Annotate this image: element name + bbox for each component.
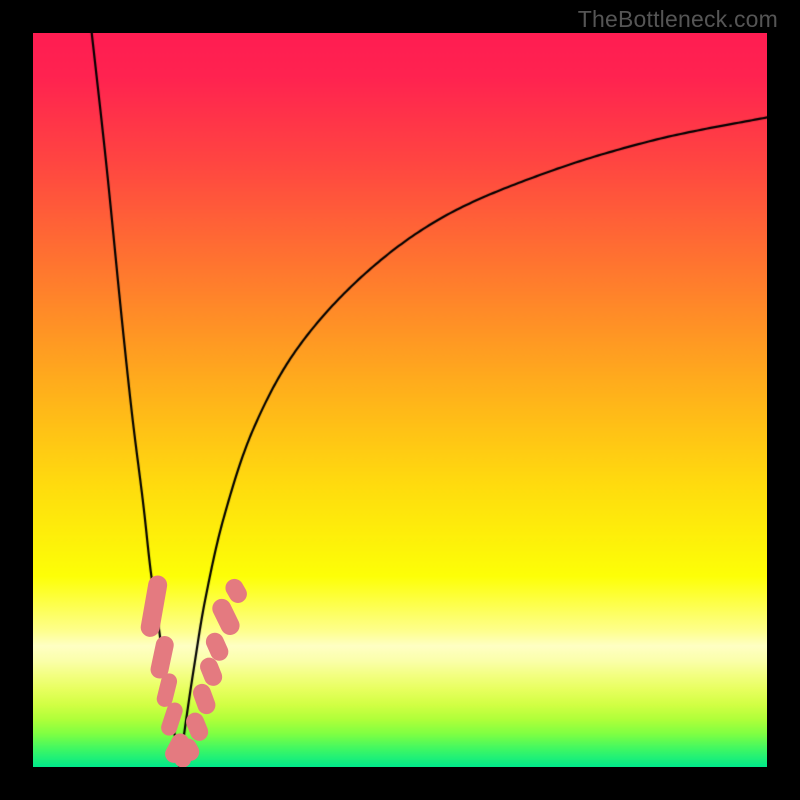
bottleneck-curve bbox=[33, 33, 767, 767]
watermark-text: TheBottleneck.com bbox=[578, 6, 778, 33]
outer-frame: TheBottleneck.com bbox=[0, 0, 800, 800]
plot-area bbox=[33, 33, 767, 767]
